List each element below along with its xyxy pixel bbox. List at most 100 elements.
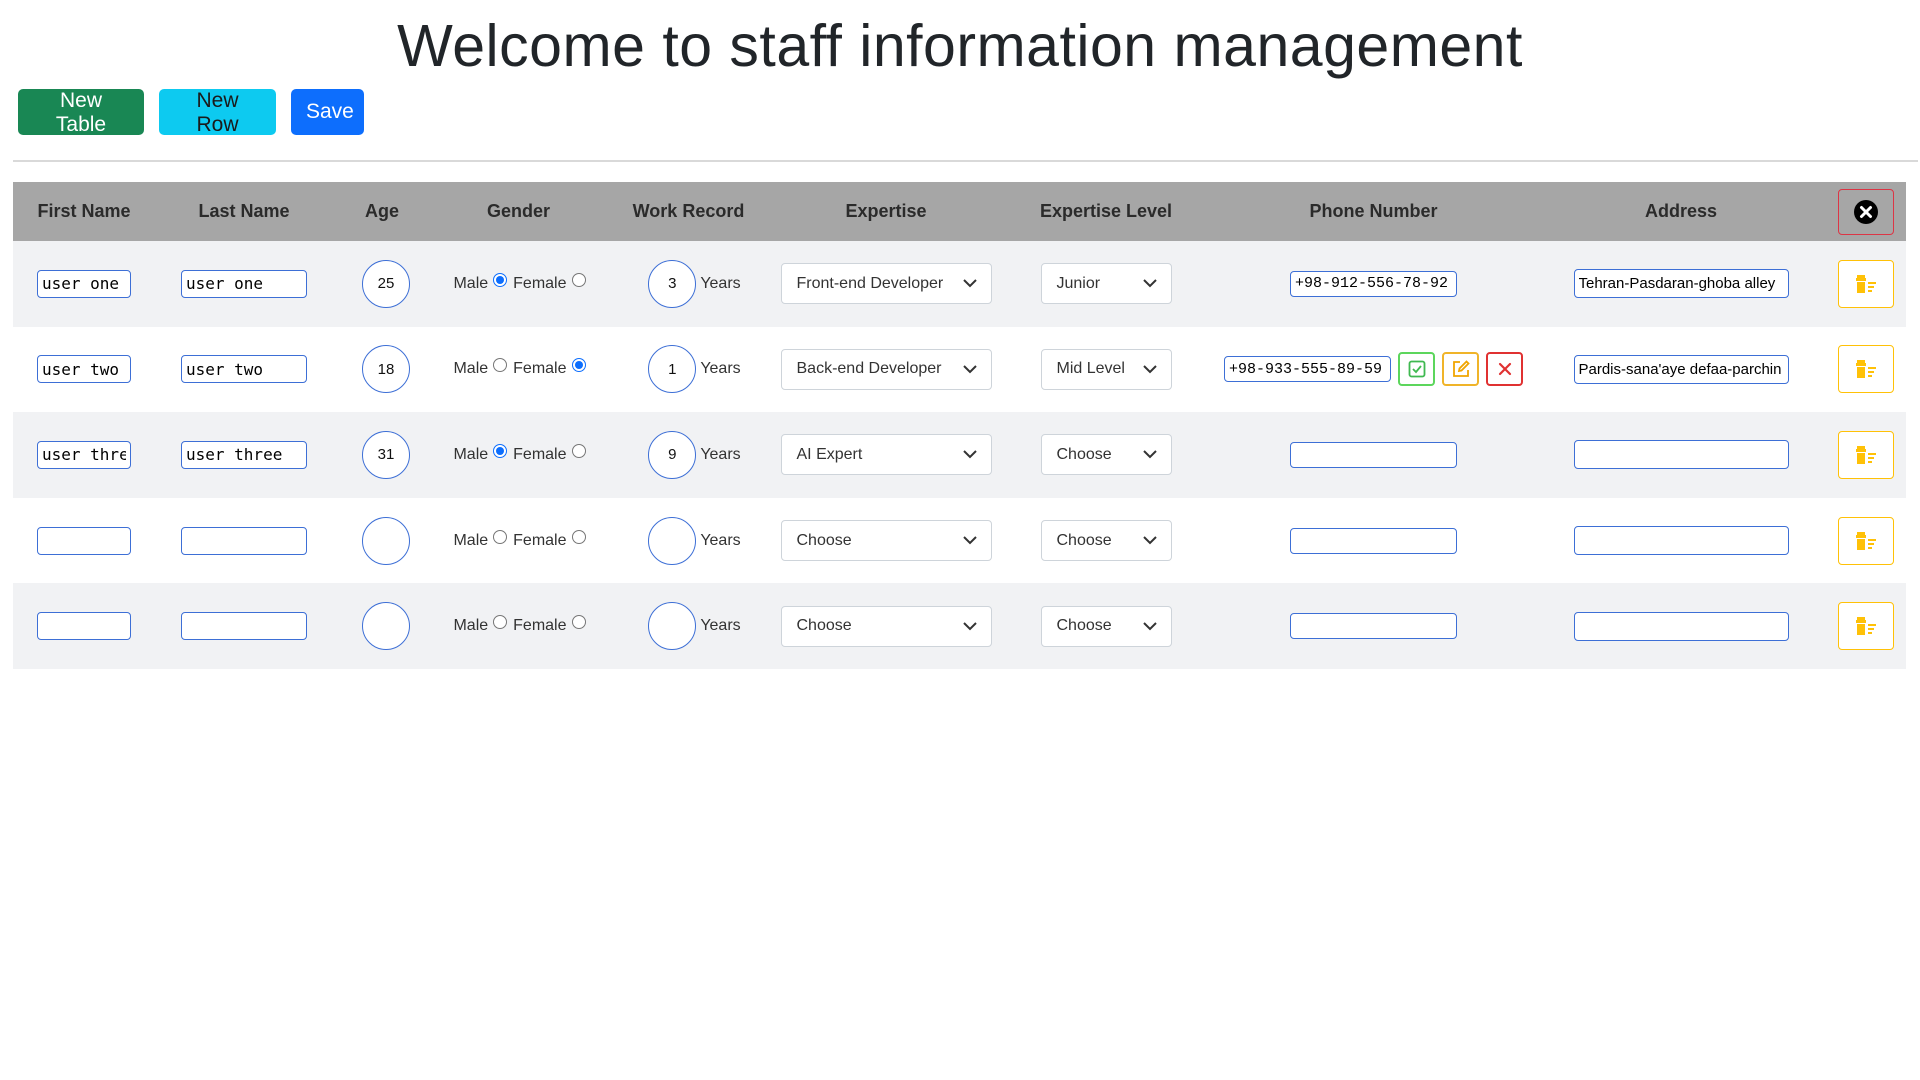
work-record-group: Years [648, 602, 741, 651]
delete-row-button[interactable] [1838, 516, 1894, 565]
last-name-input[interactable] [181, 440, 307, 469]
work-record-input[interactable] [648, 259, 697, 308]
work-record-cell: Years [606, 327, 771, 413]
work-record-input[interactable] [648, 516, 697, 565]
male-radio[interactable] [493, 529, 508, 544]
age-cell [333, 583, 431, 669]
save-button[interactable]: Save [291, 89, 364, 135]
age-input[interactable] [362, 602, 410, 651]
age-input[interactable] [362, 259, 410, 308]
toolbar: New Table New Row Save [18, 89, 364, 136]
first-name-input[interactable] [37, 440, 131, 469]
last-name-input[interactable] [181, 612, 307, 641]
last-name-cell [155, 412, 333, 498]
column-header-first-name: First Name [37, 201, 131, 221]
table-row: Male Female Years Choose Choose [13, 497, 1906, 584]
female-radio[interactable] [571, 358, 586, 373]
expertise-select[interactable]: AI Expert [780, 434, 992, 476]
trash-icon [1856, 617, 1876, 636]
address-input[interactable] [1573, 611, 1789, 641]
phone-number-input[interactable] [1290, 441, 1457, 468]
cancel-phone-button[interactable] [1486, 352, 1523, 387]
delete-row-button[interactable] [1838, 602, 1894, 651]
phone-number-input[interactable] [1224, 356, 1391, 383]
expertise-level-value: Junior [1056, 274, 1101, 292]
gender-group: Male Female [453, 615, 589, 635]
expertise-level-select[interactable]: Junior [1040, 263, 1172, 305]
age-cell [333, 241, 431, 327]
gender-group: Male Female [453, 529, 589, 550]
work-record-input[interactable] [648, 345, 697, 394]
table-body: Male Female Years Front-end Developer Junior… [13, 241, 1906, 669]
female-radio[interactable] [571, 272, 586, 287]
first-name-input[interactable] [37, 355, 131, 384]
first-name-input[interactable] [37, 526, 131, 555]
phone-number-cell [1211, 241, 1536, 327]
new-table-button[interactable]: New Table [18, 89, 144, 136]
last-name-input[interactable] [181, 269, 307, 298]
column-header-phone-number: Phone Number [1309, 201, 1438, 221]
expertise-cell: Front-end Developer [771, 241, 1001, 327]
page-title: Welcome to staff information management [397, 13, 1523, 79]
male-radio[interactable] [493, 272, 508, 287]
delete-row-button[interactable] [1838, 259, 1894, 308]
expertise-level-select[interactable]: Choose [1040, 434, 1172, 476]
expertise-select[interactable]: Back-end Developer [780, 348, 992, 390]
expertise-level-select[interactable]: Mid Level [1040, 348, 1172, 390]
column-header-actions [1826, 182, 1906, 241]
male-radio[interactable] [493, 615, 508, 630]
expertise-select[interactable]: Front-end Developer [780, 263, 992, 305]
expertise-select[interactable]: Choose [780, 520, 992, 562]
last-name-input[interactable] [181, 355, 307, 384]
expertise-level-select[interactable]: Choose [1040, 605, 1172, 647]
female-radio[interactable] [571, 615, 586, 630]
table-row: Male Female Years AI Expert Choose [13, 412, 1906, 498]
female-radio[interactable] [571, 529, 586, 544]
address-input[interactable] [1573, 526, 1789, 556]
male-label: Male [453, 531, 489, 549]
age-input[interactable] [362, 430, 410, 479]
phone-number-cell [1211, 498, 1536, 584]
years-label: Years [700, 360, 741, 378]
gender-cell: Male Female [431, 583, 606, 669]
gender-group: Male Female [453, 272, 589, 293]
work-record-input[interactable] [648, 602, 697, 651]
phone-number-input[interactable] [1290, 527, 1457, 554]
expertise-value: Back-end Developer [796, 360, 942, 378]
edit-phone-button[interactable] [1442, 352, 1479, 387]
work-record-group: Years [648, 430, 741, 479]
delete-row-button[interactable] [1838, 345, 1894, 394]
expertise-cell: Back-end Developer [771, 327, 1001, 413]
gender-cell: Male Female [431, 412, 606, 498]
last-name-input[interactable] [181, 526, 307, 555]
pencil-square-icon [1452, 360, 1470, 378]
column-header-expertise: Expertise [845, 201, 927, 221]
age-input[interactable] [362, 516, 410, 565]
first-name-input[interactable] [37, 269, 131, 298]
female-label: Female [513, 274, 567, 292]
expertise-select[interactable]: Choose [780, 605, 992, 647]
delete-row-button[interactable] [1838, 430, 1894, 479]
phone-number-input[interactable] [1290, 613, 1457, 640]
confirm-phone-button[interactable] [1398, 352, 1435, 387]
delete-table-button[interactable] [1838, 188, 1894, 235]
x-icon [1498, 363, 1511, 376]
phone-number-input[interactable] [1290, 270, 1457, 297]
address-cell [1536, 498, 1826, 584]
chevron-down-icon [1142, 536, 1157, 545]
male-radio[interactable] [493, 443, 508, 458]
address-input[interactable] [1573, 354, 1789, 384]
address-input[interactable] [1573, 440, 1789, 470]
gender-cell: Male Female [431, 241, 606, 327]
address-input[interactable] [1573, 269, 1789, 299]
expertise-level-select[interactable]: Choose [1040, 520, 1172, 562]
age-input[interactable] [362, 345, 410, 394]
new-row-button[interactable]: New Row [159, 89, 276, 136]
column-header-gender: Gender [486, 201, 551, 221]
first-name-input[interactable] [37, 612, 131, 641]
phone-edit-group [1224, 352, 1523, 387]
staff-table: First Name Last Name Age Gender Work Rec… [13, 182, 1906, 669]
male-radio[interactable] [493, 358, 508, 373]
work-record-input[interactable] [648, 430, 697, 479]
female-radio[interactable] [571, 443, 586, 458]
